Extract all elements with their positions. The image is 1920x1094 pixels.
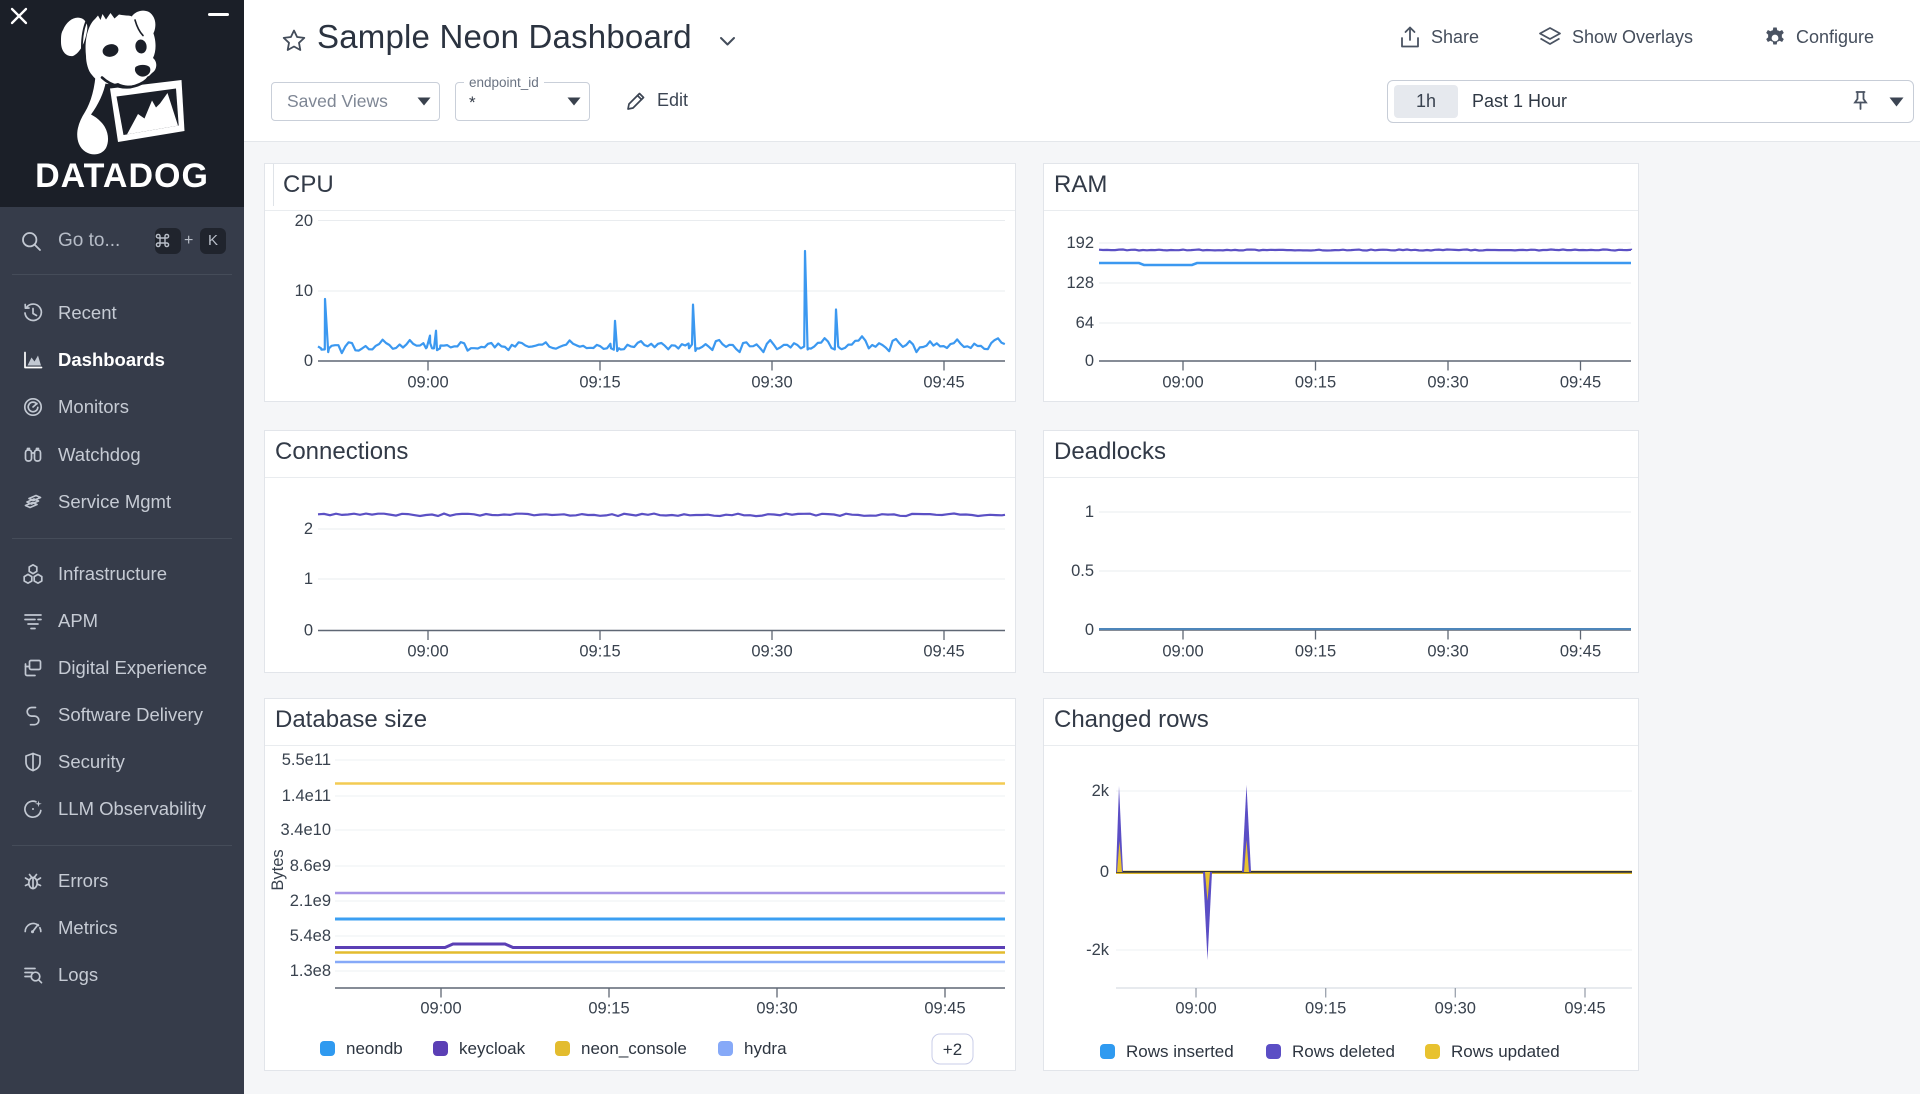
- svg-text:192: 192: [1066, 234, 1094, 252]
- svg-text:09:30: 09:30: [1435, 1000, 1476, 1018]
- svg-text:8.6e9: 8.6e9: [290, 857, 331, 875]
- svg-text:20: 20: [295, 212, 313, 230]
- svg-text:-2k: -2k: [1086, 941, 1110, 959]
- svg-text:64: 64: [1076, 314, 1094, 332]
- svg-text:09:45: 09:45: [923, 643, 964, 661]
- svg-text:1: 1: [1085, 503, 1094, 521]
- svg-text:0: 0: [1100, 863, 1109, 881]
- svg-text:09:15: 09:15: [1305, 1000, 1346, 1018]
- svg-text:128: 128: [1066, 274, 1094, 292]
- svg-text:09:45: 09:45: [924, 1000, 965, 1018]
- svg-text:neondb: neondb: [346, 1039, 403, 1058]
- svg-text:09:15: 09:15: [1295, 643, 1336, 661]
- svg-text:09:15: 09:15: [1295, 374, 1336, 392]
- svg-text:09:45: 09:45: [1560, 643, 1601, 661]
- svg-text:1.4e11: 1.4e11: [282, 787, 331, 805]
- svg-text:2k: 2k: [1092, 782, 1110, 800]
- svg-text:+2: +2: [943, 1040, 962, 1059]
- svg-text:1: 1: [304, 570, 313, 588]
- svg-text:0.5: 0.5: [1071, 562, 1094, 580]
- svg-text:0: 0: [1085, 352, 1094, 370]
- svg-text:09:45: 09:45: [923, 374, 964, 392]
- svg-text:2: 2: [304, 520, 313, 538]
- svg-text:09:45: 09:45: [1560, 374, 1601, 392]
- svg-text:09:45: 09:45: [1564, 1000, 1605, 1018]
- svg-text:09:15: 09:15: [588, 1000, 629, 1018]
- svg-text:Bytes: Bytes: [269, 849, 287, 890]
- svg-text:0: 0: [304, 622, 313, 640]
- svg-text:neon_console: neon_console: [581, 1039, 687, 1058]
- svg-text:Rows inserted: Rows inserted: [1126, 1042, 1234, 1061]
- svg-text:2.1e9: 2.1e9: [290, 892, 331, 910]
- svg-text:Rows deleted: Rows deleted: [1292, 1042, 1395, 1061]
- svg-text:09:00: 09:00: [1162, 374, 1203, 392]
- svg-text:09:15: 09:15: [579, 374, 620, 392]
- svg-text:09:15: 09:15: [579, 643, 620, 661]
- svg-text:0: 0: [1085, 621, 1094, 639]
- svg-text:1.3e8: 1.3e8: [290, 962, 331, 980]
- svg-text:5.4e8: 5.4e8: [290, 927, 331, 945]
- svg-text:09:00: 09:00: [420, 1000, 461, 1018]
- svg-text:09:00: 09:00: [407, 374, 448, 392]
- svg-text:09:00: 09:00: [1175, 1000, 1216, 1018]
- svg-text:09:30: 09:30: [751, 374, 792, 392]
- svg-text:09:30: 09:30: [756, 1000, 797, 1018]
- svg-text:09:30: 09:30: [1427, 643, 1468, 661]
- svg-text:Rows updated: Rows updated: [1451, 1042, 1560, 1061]
- svg-text:09:30: 09:30: [1427, 374, 1468, 392]
- svg-text:0: 0: [304, 352, 313, 370]
- svg-text:5.5e11: 5.5e11: [282, 751, 331, 769]
- svg-text:3.4e10: 3.4e10: [281, 821, 331, 839]
- svg-text:hydra: hydra: [744, 1039, 787, 1058]
- svg-text:10: 10: [295, 282, 313, 300]
- svg-text:keycloak: keycloak: [459, 1039, 526, 1058]
- svg-text:09:00: 09:00: [1162, 643, 1203, 661]
- svg-text:09:30: 09:30: [751, 643, 792, 661]
- svg-text:09:00: 09:00: [407, 643, 448, 661]
